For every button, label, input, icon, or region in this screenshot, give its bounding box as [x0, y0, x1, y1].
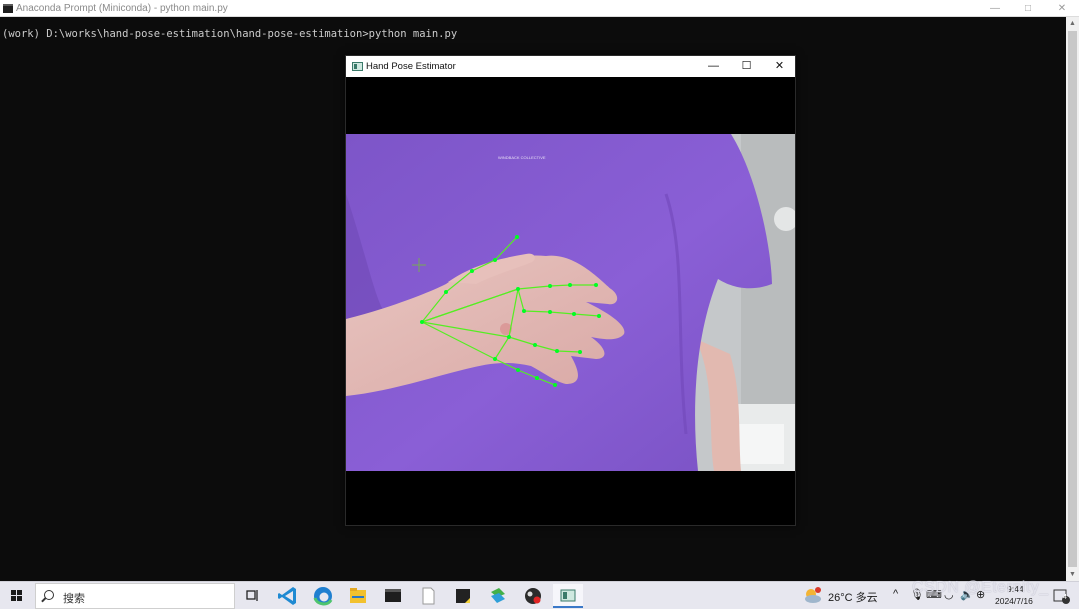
scroll-up-arrow-icon[interactable]: ▲: [1066, 17, 1079, 30]
notification-center-button[interactable]: 4: [1050, 584, 1072, 608]
console-title: Anaconda Prompt (Miniconda) - python mai…: [16, 3, 228, 14]
obs-taskbar-button[interactable]: [518, 584, 548, 608]
console-app-icon: [3, 4, 13, 13]
weather-button[interactable]: [800, 584, 824, 608]
video-canvas[interactable]: WINDBACK COLLECTIVE: [346, 77, 795, 525]
weather-cloud-icon: [805, 587, 821, 603]
terminal-icon: [385, 589, 401, 602]
opencv-window-icon: [352, 62, 363, 71]
anaconda-taskbar-button[interactable]: [483, 584, 513, 608]
search-icon: [44, 590, 54, 600]
scrollbar-thumb[interactable]: [1068, 31, 1077, 567]
vscode-taskbar-button[interactable]: [273, 584, 303, 608]
opencv-window-icon: [560, 589, 576, 602]
hand-pose-minimize-button[interactable]: —: [697, 56, 730, 77]
scroll-down-arrow-icon[interactable]: ▼: [1066, 568, 1079, 581]
sticky-notes-taskbar-button[interactable]: [448, 584, 478, 608]
notification-count-badge: 4: [1063, 594, 1067, 601]
hand-pose-window-title: Hand Pose Estimator: [366, 61, 456, 72]
obs-studio-icon: [525, 588, 541, 604]
notepad-icon: [422, 587, 435, 605]
weather-text[interactable]: 26°C 多云: [828, 589, 878, 605]
notepad-taskbar-button[interactable]: [413, 584, 443, 608]
taskbar-search-box[interactable]: 搜索: [35, 583, 235, 609]
camera-frame-image: WINDBACK COLLECTIVE: [346, 134, 795, 471]
notification-icon: [1053, 589, 1070, 604]
show-hidden-icons-chevron-icon[interactable]: ^: [893, 588, 898, 600]
console-minimize-button[interactable]: —: [978, 0, 1012, 17]
hand-pose-window[interactable]: Hand Pose Estimator — ☐ ✕ WINDBACK COLLE…: [345, 55, 796, 526]
hand-pose-titlebar[interactable]: Hand Pose Estimator — ☐ ✕: [346, 56, 795, 77]
task-view-icon: [246, 590, 258, 601]
vscode-icon: [278, 587, 296, 605]
start-button[interactable]: [0, 582, 34, 609]
folder-icon: [350, 588, 366, 603]
console-maximize-button[interactable]: □: [1011, 0, 1045, 17]
csdn-watermark: CSDN @Eternity_: [912, 579, 1049, 596]
task-view-button[interactable]: [238, 584, 268, 608]
hand-pose-close-button[interactable]: ✕: [763, 56, 796, 77]
edge-taskbar-button[interactable]: [308, 584, 338, 608]
opencv-window-taskbar-button[interactable]: [553, 584, 583, 608]
console-command-line: (work) D:\works\hand-pose-estimation\han…: [2, 28, 458, 40]
anaconda-navigator-icon: [491, 588, 505, 603]
sticky-notes-icon: [456, 589, 470, 603]
terminal-taskbar-button[interactable]: [378, 584, 408, 608]
hand-pose-maximize-button[interactable]: ☐: [730, 56, 763, 77]
shirt-print-text: WINDBACK COLLECTIVE: [498, 155, 546, 160]
console-titlebar[interactable]: Anaconda Prompt (Miniconda) - python mai…: [0, 0, 1079, 17]
edge-icon: [313, 587, 333, 606]
camera-frame: WINDBACK COLLECTIVE: [346, 134, 795, 471]
file-explorer-taskbar-button[interactable]: [343, 584, 373, 608]
console-close-button[interactable]: ✕: [1045, 0, 1079, 17]
search-placeholder: 搜索: [63, 593, 85, 605]
console-scrollbar[interactable]: ▲ ▼: [1066, 17, 1079, 581]
clock-date[interactable]: 2024/7/16: [995, 596, 1033, 606]
